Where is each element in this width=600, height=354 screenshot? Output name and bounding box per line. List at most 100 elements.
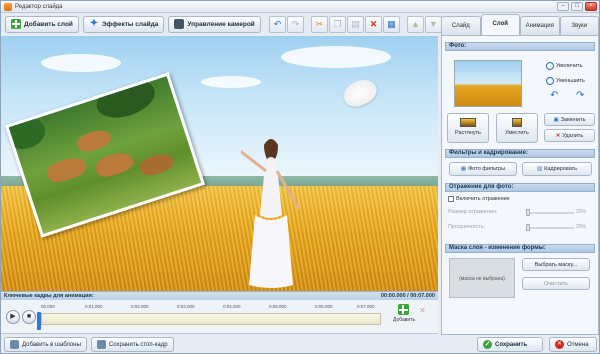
tick-label: 0:07.000 <box>357 304 375 309</box>
camera-control-button[interactable]: Управление камерой <box>168 15 261 33</box>
layer-tab-content: Фото: Увеличить Уменьшить ↶ ↷ Растянуть … <box>441 35 599 335</box>
replace-button[interactable]: ▣ Заменить <box>544 113 595 126</box>
fit-label: Уместить <box>505 130 529 136</box>
photo-section-header: Фото: <box>445 42 595 51</box>
crop-label: Кадрировать <box>544 166 578 172</box>
slide-effects-button[interactable]: ✦ Эффекты слайда <box>82 15 165 33</box>
cloud <box>281 46 391 68</box>
zoom-out-icon <box>546 76 554 85</box>
opacity-value: 25% <box>576 224 587 230</box>
delete-keyframe-icon[interactable]: ✕ <box>419 306 426 315</box>
tick-label: 0:04.000 <box>223 304 241 309</box>
stretch-icon <box>460 118 476 127</box>
photo-filters-button[interactable]: ▦ Фото фильтры <box>449 162 517 176</box>
crop-button[interactable]: ▧ Кадрировать <box>522 162 592 176</box>
save-still-label: Сохранить стоп-кадр <box>108 341 168 348</box>
mask-section-header: Маска слоя - изменение формы: <box>445 244 595 253</box>
photo-filters-label: Фото фильтры <box>468 166 506 172</box>
crop-icon: ▧ <box>536 166 543 172</box>
fit-button[interactable]: Уместить <box>496 113 538 143</box>
cut-icon[interactable]: ✂ <box>311 16 328 33</box>
tick-label: 00.000 <box>41 304 55 309</box>
copy-icon[interactable]: ❐ <box>329 16 346 33</box>
add-keyframe-label: Добавить <box>393 317 416 323</box>
window-controls: – □ × <box>557 2 597 11</box>
cloud <box>41 54 121 72</box>
cancel-button[interactable]: ✕ Отмена <box>549 337 597 352</box>
redo-icon[interactable]: ↷ <box>287 16 304 33</box>
grid-icon[interactable]: ▦ <box>383 16 400 33</box>
rotate-left-icon[interactable]: ↶ <box>550 90 558 101</box>
add-keyframe-button[interactable]: Добавить <box>393 304 416 330</box>
keyframe-track[interactable] <box>41 313 381 325</box>
add-to-templates-button[interactable]: Добавить в шаблоны <box>4 337 87 352</box>
tick-label: 0:05.000 <box>269 304 287 309</box>
zoom-in-icon <box>546 61 554 70</box>
stretch-button[interactable]: Растянуть <box>447 113 489 143</box>
layer-up-icon[interactable]: ▲ <box>407 16 424 33</box>
enable-reflection-checkbox[interactable]: Включить отражение <box>448 196 510 202</box>
plus-icon <box>397 304 409 315</box>
reflection-size-value: 33% <box>576 209 587 215</box>
camera-icon <box>174 19 185 29</box>
rotate-right-icon[interactable]: ↷ <box>576 90 584 101</box>
keyframes-header: Ключевые кадры для анимации: 00:00.000 /… <box>1 291 438 300</box>
close-icon[interactable]: × <box>585 2 597 11</box>
photo-thumbnail[interactable] <box>454 60 522 107</box>
window-title: Редактор слайда <box>15 3 63 10</box>
mask-preview: (маска не выбрана) <box>449 258 515 298</box>
layer-down-icon[interactable]: ▼ <box>425 16 442 33</box>
save-label: Сохранить <box>495 341 528 348</box>
stretch-label: Растянуть <box>455 130 481 136</box>
add-to-templates-label: Добавить в шаблоны <box>22 341 81 348</box>
zoom-out-label: Уменьшить <box>556 77 585 84</box>
choose-mask-button[interactable]: Выбрать маску... <box>522 258 590 271</box>
delete-photo-button[interactable]: ✕ Удалить <box>544 129 595 142</box>
zoom-out-button[interactable]: Уменьшить <box>546 75 585 86</box>
properties-panel: Слайд Слой Анимация Звуки Фото: Увеличит… <box>441 13 599 335</box>
delete-icon[interactable]: ✕ <box>365 16 382 33</box>
paste-icon[interactable]: ▤ <box>347 16 364 33</box>
slide-editor-window: Редактор слайда – □ × Добавить слой ✦ Эф… <box>0 0 600 354</box>
replace-icon: ▣ <box>553 116 559 123</box>
slide-preview[interactable] <box>1 36 438 291</box>
tab-slide[interactable]: Слайд <box>441 16 481 35</box>
deer <box>75 126 113 155</box>
app-icon <box>4 2 12 11</box>
checkbox-box <box>448 196 454 202</box>
clear-mask-button[interactable]: Очистить <box>522 277 590 290</box>
tick-label: 0:06.000 <box>315 304 333 309</box>
tab-sounds[interactable]: Звуки <box>559 16 599 35</box>
undo-icon[interactable]: ↶ <box>269 16 286 33</box>
tab-animation[interactable]: Анимация <box>520 16 560 35</box>
reflection-size-label: Размер отражения: <box>448 209 498 215</box>
playhead-handle[interactable] <box>37 312 41 330</box>
opacity-track[interactable] <box>530 227 574 229</box>
template-icon <box>10 340 19 349</box>
enable-reflection-label: Включить отражение <box>456 196 510 202</box>
zoom-in-label: Увеличить <box>556 62 583 69</box>
tab-layer[interactable]: Слой <box>480 14 520 35</box>
opacity-knob[interactable] <box>526 224 530 231</box>
sparkle-icon: ✦ <box>89 18 99 29</box>
save-still-button[interactable]: Сохранить стоп-кадр <box>90 337 174 352</box>
minimize-icon[interactable]: – <box>557 2 569 11</box>
stop-button[interactable]: ■ <box>22 310 36 324</box>
deer <box>137 150 176 179</box>
save-button[interactable]: ✓ Сохранить <box>477 337 543 352</box>
reflection-size-knob[interactable] <box>526 209 530 216</box>
image-icon <box>96 340 106 349</box>
keyframes-title: Ключевые кадры для анимации: <box>4 293 94 299</box>
maximize-icon[interactable]: □ <box>571 2 583 11</box>
tick-label: 0:01.000 <box>85 304 103 309</box>
delete-photo-label: Удалить <box>562 132 584 139</box>
delete-photo-icon: ✕ <box>555 132 561 139</box>
opacity-label: Прозрачность: <box>448 224 486 230</box>
play-button[interactable]: ▶ <box>6 310 20 324</box>
replace-label: Заменить <box>560 116 586 123</box>
reflection-size-track[interactable] <box>530 212 574 214</box>
zoom-in-button[interactable]: Увеличить <box>546 60 583 71</box>
title-bar: Редактор слайда – □ × <box>1 1 599 13</box>
timeline-time: 00:00.000 / 00:07.000 <box>380 293 435 299</box>
add-layer-button[interactable]: Добавить слой <box>5 15 79 33</box>
